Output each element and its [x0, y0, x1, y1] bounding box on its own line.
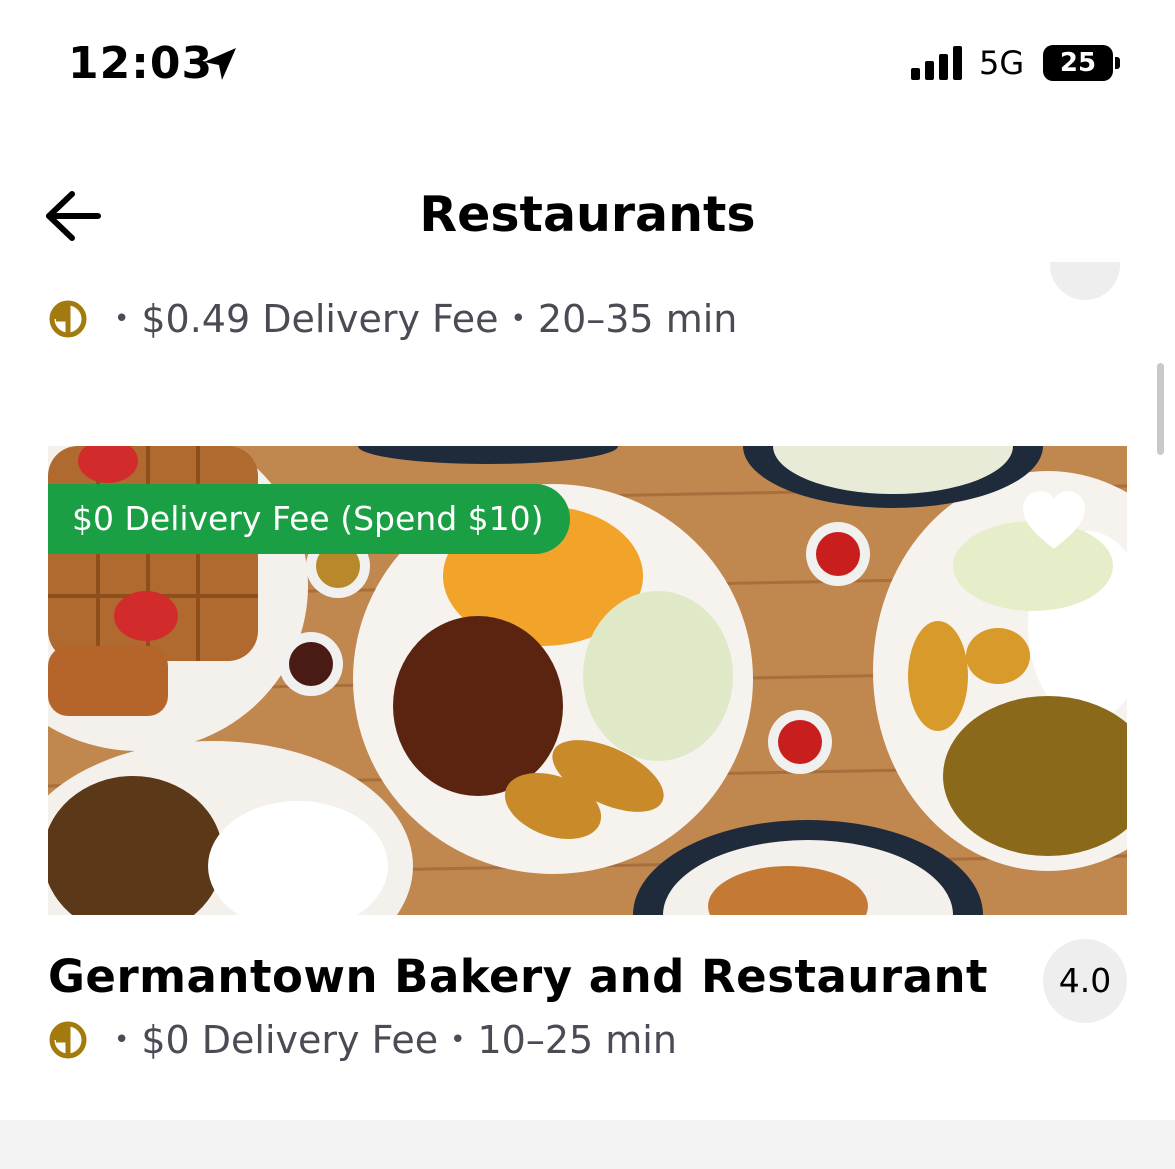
separator-dot: •	[450, 1025, 466, 1055]
page-title: Restaurants	[419, 186, 756, 243]
membership-icon	[49, 1021, 87, 1059]
previous-rating-badge	[1050, 262, 1120, 302]
previous-card-meta: • $0.49 Delivery Fee • 20–35 min	[48, 297, 737, 341]
delivery-eta: 10–25 min	[477, 1018, 677, 1062]
battery-tip	[1115, 57, 1120, 69]
heart-icon[interactable]	[1019, 489, 1089, 551]
status-bar: 12:03 5G 25	[0, 0, 1175, 120]
location-arrow-icon	[204, 48, 236, 80]
separator-dot: •	[114, 304, 130, 334]
previous-delivery-fee: $0.49 Delivery Fee	[141, 297, 499, 341]
status-time: 12:03	[68, 38, 214, 89]
promo-badge: $0 Delivery Fee (Spend $10)	[48, 484, 570, 554]
separator-dot: •	[510, 304, 526, 334]
cellular-signal-icon	[911, 46, 962, 80]
restaurant-card-meta: • $0 Delivery Fee • 10–25 min	[48, 1018, 677, 1062]
network-type: 5G	[979, 44, 1025, 82]
separator-dot: •	[114, 1025, 130, 1055]
membership-icon	[49, 300, 87, 338]
rating-badge: 4.0	[1043, 939, 1127, 1023]
delivery-fee: $0 Delivery Fee	[141, 1018, 439, 1062]
list-divider	[0, 1120, 1175, 1169]
battery-level: 25	[1043, 45, 1113, 81]
restaurant-name[interactable]: Germantown Bakery and Restaurant	[48, 950, 988, 1003]
scrollbar[interactable]	[1157, 363, 1164, 455]
previous-eta: 20–35 min	[537, 297, 738, 341]
